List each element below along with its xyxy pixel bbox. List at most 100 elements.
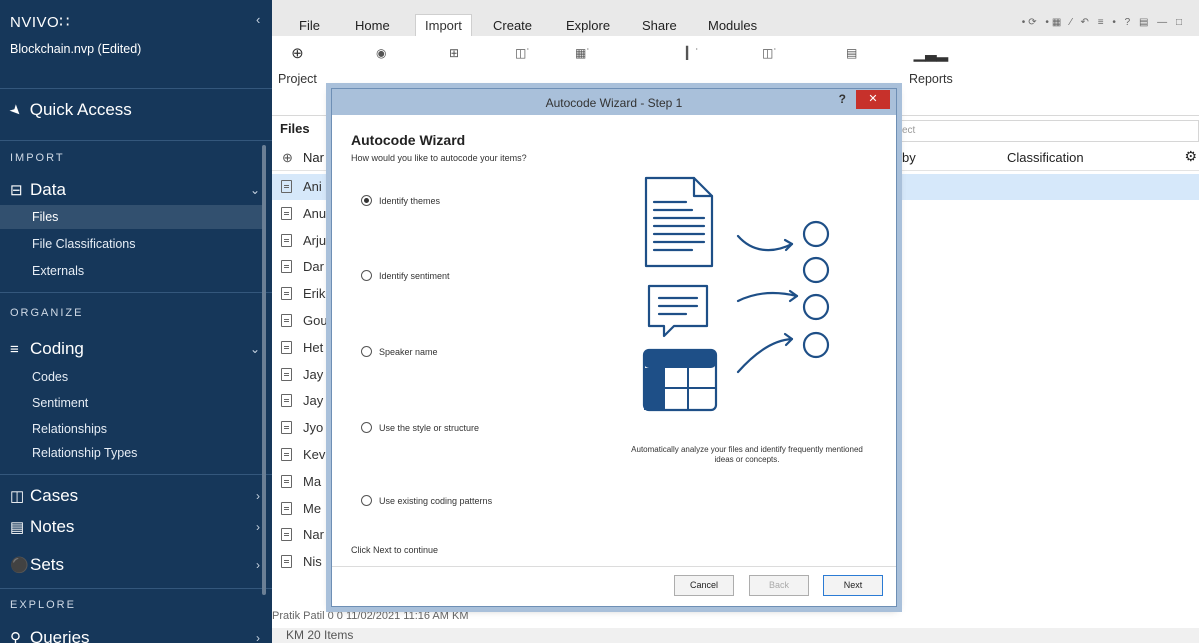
sidebar-item-sentiment[interactable]: Sentiment — [32, 396, 88, 410]
chevron-down-icon: ⌄ — [249, 342, 260, 356]
project-button[interactable]: ⊕ Project — [278, 44, 317, 86]
tab-share[interactable]: Share — [642, 18, 677, 33]
file-name: Jyo — [303, 420, 324, 436]
sidebar-group-label: Cases — [30, 486, 79, 505]
import-icon[interactable]: ◫˙ — [762, 46, 777, 60]
divider — [0, 140, 272, 141]
cancel-button[interactable]: Cancel — [674, 575, 734, 596]
theme-circle-icon — [802, 331, 830, 359]
tab-file[interactable]: File — [299, 18, 320, 33]
sidebar-scrollbar[interactable] — [262, 145, 266, 595]
grid-icon[interactable]: ⊞ — [449, 46, 459, 60]
tab-import[interactable]: Import — [415, 14, 472, 36]
quick-access[interactable]: ➤ Quick Access — [6, 100, 132, 120]
option-label: Use existing coding patterns — [379, 495, 493, 506]
option-existing-coding-patterns[interactable]: Use existing coding patterns — [361, 495, 492, 506]
tab-explore[interactable]: Explore — [566, 18, 610, 33]
file-name: Anu — [303, 205, 327, 221]
file-name: Gou — [303, 313, 328, 328]
arrow-icon — [736, 234, 794, 252]
option-style-or-structure[interactable]: Use the style or structure — [361, 422, 479, 433]
column-header-classification[interactable]: Classification — [1007, 150, 1084, 165]
settings-icon[interactable]: ⚙ — [1184, 148, 1197, 165]
sets-icon: ⚫ — [10, 557, 29, 574]
document-icon[interactable]: ▤ — [846, 46, 857, 60]
radio-button[interactable] — [361, 346, 372, 357]
sidebar-group-cases[interactable]: ◫ Cases › — [10, 486, 262, 506]
chevron-right-icon: › — [256, 631, 260, 643]
option-identify-themes[interactable]: Identify themes — [361, 195, 440, 206]
sidebar-group-sets[interactable]: ⚫ Sets › — [10, 555, 262, 575]
column-header-by[interactable]: by — [902, 150, 916, 165]
divider — [0, 292, 272, 293]
table-row[interactable]: Pratik Patil 0 0 11/02/2021 11:16 AM KM — [272, 610, 1199, 628]
file-icon — [281, 233, 292, 247]
option-label: Speaker name — [379, 346, 438, 357]
theme-circle-icon — [802, 256, 830, 284]
radio-button[interactable] — [361, 270, 372, 281]
file-name: Nis — [303, 554, 322, 570]
file-icon — [281, 501, 292, 515]
tab-home[interactable]: Home — [355, 18, 390, 33]
file-name: Het — [303, 339, 324, 355]
file-icon — [281, 367, 292, 381]
dialog-heading: Autocode Wizard — [351, 132, 466, 148]
divider — [0, 474, 272, 475]
tab-modules[interactable]: Modules — [708, 18, 757, 33]
dialog-titlebar[interactable]: Autocode Wizard - Step 1 ? ✕ — [332, 89, 896, 115]
project-button-label: Project — [278, 72, 317, 86]
option-label: Use the style or structure — [379, 422, 480, 433]
chevron-right-icon: › — [256, 489, 260, 503]
sidebar-item-relationships[interactable]: Relationships — [32, 422, 107, 436]
search-input[interactable]: ect — [895, 120, 1199, 142]
tab-create[interactable]: Create — [493, 18, 532, 33]
arrow-icon — [736, 337, 794, 374]
add-circle-icon[interactable]: ⊕ — [282, 150, 293, 166]
radio-button[interactable] — [361, 195, 372, 206]
reports-button-label: Reports — [909, 72, 953, 86]
sidebar-group-coding[interactable]: ≡ Coding ⌄ — [10, 339, 262, 359]
dataset-icon[interactable]: ▦˙ — [575, 46, 590, 60]
sidebar-item-file-classifications[interactable]: File Classifications — [32, 237, 136, 251]
file-icon — [281, 260, 292, 274]
close-button[interactable]: ✕ — [856, 90, 890, 109]
sidebar-group-notes[interactable]: ▤ Notes › — [10, 517, 262, 537]
file-name: Jay — [303, 366, 324, 382]
file-icon — [281, 340, 292, 354]
option-identify-sentiment[interactable]: Identify sentiment — [361, 270, 450, 281]
dialog-subheading: How would you like to autocode your item… — [351, 153, 527, 163]
globe-icon[interactable]: ◉ — [376, 46, 386, 60]
option-label: Identify themes — [379, 195, 441, 206]
quick-access-toolbar-icons[interactable]: •⟳ •▦ ⁄ ↶ ≡ • ? ▤ — □ — [1022, 17, 1185, 28]
reports-button[interactable]: ▁▃▂ Reports — [909, 44, 953, 86]
back-button[interactable]: Back — [749, 575, 809, 596]
document-icon — [644, 176, 714, 268]
divider — [0, 88, 272, 89]
speech-bubble-icon — [647, 284, 709, 338]
clipboard-icon[interactable]: ◫˙ — [515, 46, 530, 60]
sidebar-item-codes[interactable]: Codes — [32, 370, 68, 384]
collapse-sidebar-icon[interactable]: ‹ — [256, 12, 260, 27]
sidebar-item-externals[interactable]: Externals — [32, 264, 84, 278]
quick-access-label: Quick Access — [29, 100, 132, 119]
sidebar-group-label: Data — [30, 180, 66, 199]
sidebar-item-files[interactable]: Files — [0, 205, 262, 229]
radio-button[interactable] — [361, 422, 372, 433]
file-name: Ani — [303, 179, 322, 194]
bars-icon[interactable]: ▎˙ — [686, 46, 699, 60]
file-name: Dar — [303, 259, 324, 275]
sidebar-group-data[interactable]: ⊟ Data ⌄ — [10, 180, 262, 200]
next-button[interactable]: Next — [823, 575, 883, 596]
divider — [0, 588, 272, 589]
column-header-name[interactable]: Nar — [303, 150, 324, 165]
option-speaker-name[interactable]: Speaker name — [361, 346, 438, 357]
app-logo-text: NVIVO — [10, 14, 60, 31]
file-name: Jay — [303, 393, 324, 409]
app-logo: NVIVO∷ — [10, 12, 70, 32]
sidebar-item-relationship-types[interactable]: Relationship Types — [32, 446, 137, 460]
app-logo-mark: ∷ — [59, 14, 70, 31]
sidebar-group-queries[interactable]: ⚲ Queries › — [10, 628, 262, 643]
sidebar-group-label: Queries — [30, 628, 90, 643]
help-icon[interactable]: ? — [839, 92, 846, 106]
radio-button[interactable] — [361, 495, 372, 506]
